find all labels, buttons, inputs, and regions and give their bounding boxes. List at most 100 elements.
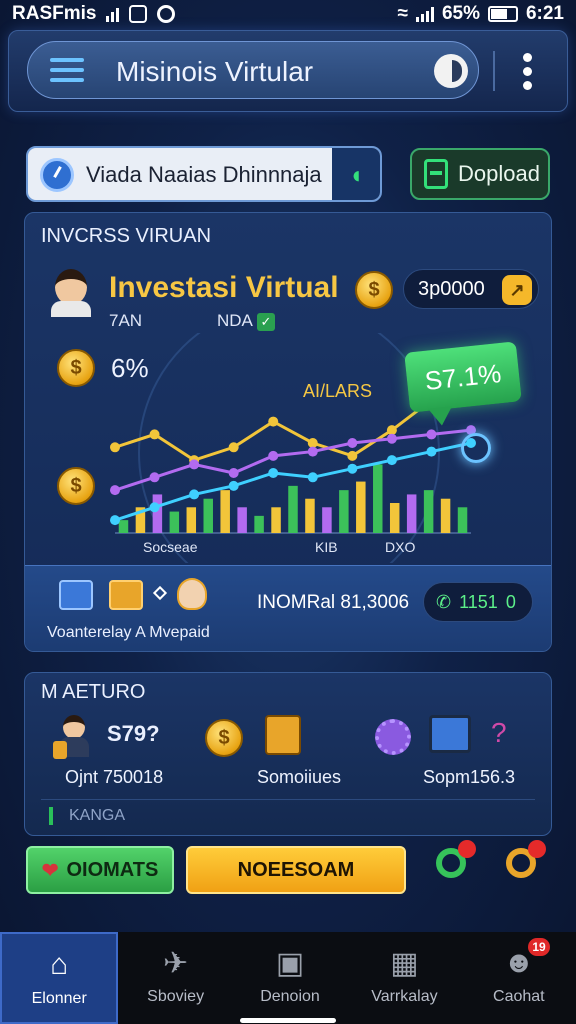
summary-strip: Voanterelay A Mvepaid INOMRal 81,3006 ✆ …: [25, 565, 551, 651]
chart-point: [426, 429, 437, 440]
bottom-nav: ⌂ Elonner ✈ Sboviey ▣ Denoion ▦ Varrkala…: [0, 932, 576, 1024]
panel-heading: INVCRSS VIRUAN: [41, 225, 212, 247]
hand-tap-icon[interactable]: [177, 578, 207, 610]
chart-bar: [305, 498, 315, 533]
wifi-icon: ≈: [397, 3, 408, 24]
notification-badge: 19: [528, 938, 551, 956]
plane-icon: ✈: [163, 946, 189, 980]
nav-item-camera[interactable]: ▣ Denoion: [233, 932, 347, 1024]
wifi-button-icon[interactable]: ◖: [332, 148, 380, 200]
download-button[interactable]: Dopload: [410, 148, 550, 200]
chart-bar: [288, 485, 298, 533]
x-tick: DXO: [385, 539, 416, 555]
chart-point: [149, 429, 160, 440]
primary-action-label: OIOMATS: [66, 858, 159, 881]
heart-icon: ❤: [41, 859, 59, 882]
camera-icon: ▣: [275, 946, 305, 980]
chart-point: [268, 468, 279, 478]
target-icon[interactable]: [461, 433, 491, 463]
strip-chip-value: 1151: [459, 591, 498, 612]
chart-point: [307, 438, 318, 448]
nav-item-profile[interactable]: ☻ Caohat 19: [462, 932, 576, 1024]
chart-bar: [118, 520, 129, 533]
download-icon: [424, 159, 448, 189]
document-icon[interactable]: [109, 580, 143, 610]
nav-label: Denoion: [260, 988, 320, 1005]
strip-figure: INOMRal 81,3006: [257, 592, 410, 613]
chart-bar: [457, 507, 468, 533]
returns-value: S79?: [107, 721, 160, 746]
signal-icon: [106, 6, 120, 22]
arrow-up-icon: ↗: [502, 275, 532, 305]
chart-point: [347, 438, 358, 448]
home-indicator: [240, 1018, 336, 1023]
theme-toggle-icon[interactable]: [434, 54, 468, 88]
chart-point: [386, 433, 397, 444]
person-avatar-icon[interactable]: [53, 715, 93, 759]
investment-panel: INVCRSS VIRUAN Investasi Virtual $ 3р000…: [24, 212, 552, 652]
app-title: Misinois Virtular: [116, 56, 314, 87]
sub-label-left: 7AN: [109, 311, 143, 330]
calculator-icon[interactable]: [265, 715, 301, 755]
chart-point: [149, 472, 160, 483]
help-icon[interactable]: ?: [491, 717, 507, 749]
x-tick: Socseae: [143, 539, 198, 555]
balance-chip[interactable]: 3р0000 ↗: [403, 269, 539, 309]
chart-bar: [339, 490, 349, 533]
search-input[interactable]: Viada Naaias Dhinnnaja: [86, 162, 322, 188]
investment-title: Investasi Virtual: [109, 271, 339, 304]
chart-bar: [237, 507, 247, 533]
clock: 6:21: [525, 3, 564, 24]
monitor-icon[interactable]: [59, 580, 93, 610]
nav-item-work[interactable]: ▦ Varrkalay: [347, 932, 461, 1024]
chart-point: [228, 468, 239, 478]
strip-chip-extra: 0: [505, 591, 516, 612]
chart-bar: [254, 515, 264, 533]
chart-point: [268, 416, 279, 427]
phone-icon: ✆: [436, 591, 452, 612]
chart-point: [268, 450, 279, 461]
chart-line: [114, 428, 472, 492]
chart-bar: [440, 498, 451, 533]
sync-icon: [157, 5, 176, 23]
avatar[interactable]: [51, 267, 91, 317]
nav-label: Sboviey: [147, 988, 205, 1005]
primary-action-button[interactable]: ❤ OIOMATS: [26, 846, 174, 894]
chart-bar: [203, 498, 213, 533]
divider: [41, 799, 535, 800]
coin-icon: $: [355, 271, 393, 309]
nav-item-home[interactable]: ⌂ Elonner: [0, 932, 119, 1024]
chart-point: [110, 485, 120, 496]
battery-percent: 65%: [441, 3, 480, 24]
location-pin-icon[interactable]: [502, 840, 546, 884]
chart-point: [149, 502, 160, 513]
chart-point: [228, 480, 239, 491]
returns-label: Sopm156.3: [423, 767, 516, 787]
search-field[interactable]: Viada Naaias Dhinnnaja ◖: [26, 146, 382, 202]
series-label: AI/LARS: [303, 381, 373, 401]
menu-icon[interactable]: [50, 58, 84, 84]
chart-point: [228, 442, 239, 453]
chart-bar: [356, 481, 366, 533]
nav-label: Varrkalay: [371, 988, 438, 1005]
chart-bar: [389, 503, 400, 533]
cart-icon[interactable]: [429, 715, 471, 753]
nav-label: Caohat: [493, 988, 545, 1005]
chart-bar: [169, 511, 180, 533]
more-options-icon[interactable]: [523, 53, 533, 90]
chart-point: [307, 446, 318, 457]
location-pin-icon[interactable]: [432, 840, 476, 884]
chart-bar: [271, 507, 281, 533]
chart-point: [347, 450, 358, 461]
diamond-icon: [152, 585, 168, 601]
gear-icon[interactable]: [375, 719, 411, 755]
home-icon: ⌂: [50, 948, 69, 981]
nav-item-survey[interactable]: ✈ Sboviey: [118, 932, 232, 1024]
gain-badge: S7.1%: [404, 341, 522, 413]
cell-signal-icon: [415, 6, 434, 22]
kanga-label: KANGA: [49, 807, 125, 825]
title-pill: Misinois Virtular: [27, 41, 479, 99]
secondary-action-button[interactable]: NOEESOAM: [186, 846, 406, 894]
chart-bar: [423, 490, 434, 533]
strip-chip[interactable]: ✆ 1151 0: [423, 582, 533, 622]
